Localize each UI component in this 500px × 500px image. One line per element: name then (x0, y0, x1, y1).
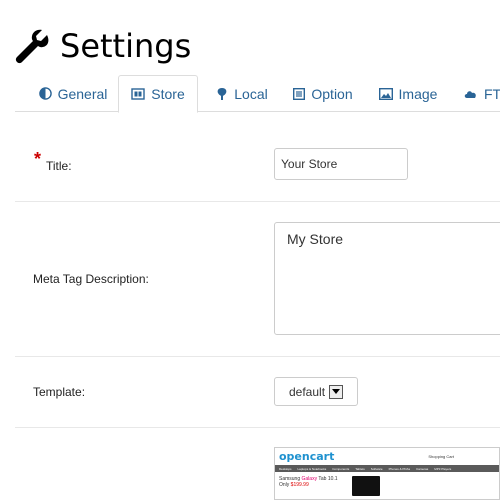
preview-cart: Shopping Cart (428, 454, 454, 459)
preview-nav-item: Software (370, 466, 383, 471)
image-icon (378, 87, 393, 100)
tab-store[interactable]: Store (118, 75, 198, 113)
title-input[interactable] (274, 148, 408, 180)
tab-image[interactable]: Image (373, 75, 443, 112)
template-select-value: default (289, 384, 326, 399)
tab-ftp-label: FTP (484, 85, 500, 102)
meta-description-textarea[interactable]: My Store (274, 222, 500, 335)
preview-nav-item: Laptops & Notebooks (297, 466, 327, 471)
template-select[interactable]: default (274, 377, 358, 406)
store-icon (131, 88, 145, 100)
tab-option-label: Option (311, 85, 353, 102)
preview-header: opencart Shopping Cart (275, 448, 499, 465)
tab-ftp[interactable]: FTP (463, 75, 500, 112)
page-header: Settings (14, 24, 191, 68)
tab-local[interactable]: Local (207, 75, 277, 112)
title-label: Title: (46, 159, 72, 173)
chevron-down-icon[interactable] (329, 384, 344, 399)
settings-tabs: General Store Local Option Image FTP (15, 75, 500, 113)
list-icon (293, 87, 306, 100)
preview-nav-item: Components (332, 466, 350, 471)
tab-option[interactable]: Option (287, 75, 359, 112)
flag-icon (217, 87, 227, 100)
tab-local-label: Local (234, 85, 268, 102)
preview-nav-item: Cameras (416, 466, 429, 471)
preview-nav: Desktops Laptops & Notebooks Components … (275, 465, 499, 472)
tab-image-label: Image (398, 85, 438, 102)
meta-description-label: Meta Tag Description: (33, 272, 149, 286)
tab-general-label: General (57, 85, 108, 102)
page-title: Settings (60, 27, 192, 65)
template-label: Template: (33, 385, 86, 399)
preview-nav-item: Desktops (279, 466, 292, 471)
form-row-meta-description: Meta Tag Description: My Store (15, 202, 500, 357)
cloud-icon (464, 91, 476, 98)
preview-logo: opencart (279, 450, 335, 463)
preview-banner-price: $199.99 (290, 482, 309, 488)
preview-nav-item: Phones & PDAs (388, 466, 411, 471)
tab-store-label: Store (151, 86, 185, 102)
tab-general[interactable]: General (23, 75, 123, 112)
preview-banner-model: Tab 10.1 (318, 476, 338, 482)
preview-banner: Samsung Galaxy Tab 10.1 Only $199.99 (275, 472, 499, 499)
contrast-icon (38, 87, 52, 100)
template-preview-image: opencart Shopping Cart Desktops Laptops … (274, 447, 500, 500)
form-row-title: * Title: (15, 111, 500, 202)
preview-nav-item: Tablets (355, 466, 365, 471)
wrench-icon (15, 29, 49, 64)
preview-banner-text: Samsung Galaxy Tab 10.1 Only $199.99 (279, 476, 338, 496)
preview-banner-only: Only (279, 482, 290, 488)
form-row-template: Template: default (15, 357, 500, 428)
preview-nav-item: MP3 Players (434, 466, 452, 471)
required-marker: * (34, 149, 42, 169)
preview-tablet-image (351, 476, 380, 496)
